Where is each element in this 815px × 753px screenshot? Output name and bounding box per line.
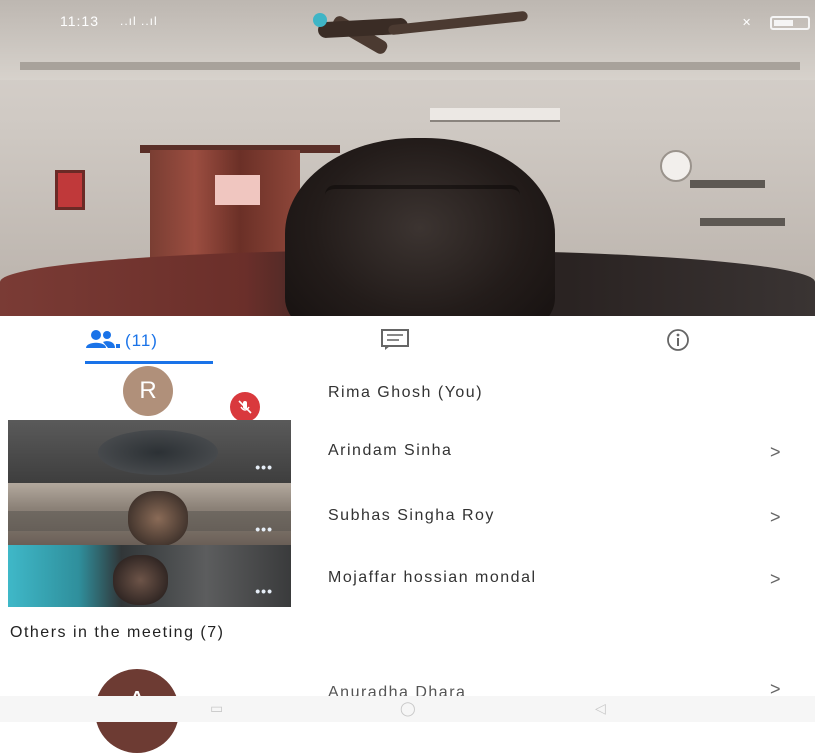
signal-icon: ..ıl ..ıl (120, 14, 158, 28)
info-icon (667, 329, 689, 351)
participant-name: Rima Ghosh (You) (328, 384, 484, 401)
mic-off-badge (230, 392, 260, 422)
mute-status-icon: ✕ (742, 17, 752, 29)
mic-off-icon (238, 400, 252, 414)
video-person-head (285, 138, 555, 316)
thumbnail-image (128, 491, 188, 545)
battery-fill (774, 20, 793, 26)
participant-tile: R (8, 364, 291, 422)
participant-name: Subhas Singha Roy (328, 507, 495, 524)
thumbnail-image (98, 430, 218, 475)
video-person-glasses (325, 185, 520, 211)
participant-list: R Rima Ghosh (You) ••• Arindam Sinha > •… (0, 364, 815, 753)
recents-button[interactable]: ▭ (210, 700, 223, 717)
participant-video-thumbnail: ••• (8, 420, 291, 483)
people-count: (11) (125, 331, 158, 350)
participant-name: Mojaffar hossian mondal (328, 569, 537, 586)
thumbnail-image (113, 555, 168, 605)
chevron-right-icon[interactable]: > (770, 507, 781, 528)
audio-activity-icon: ••• (255, 521, 273, 537)
participant-row[interactable]: ••• Mojaffar hossian mondal > (0, 545, 815, 608)
video-wall-frame (55, 170, 85, 210)
audio-activity-icon: ••• (255, 459, 273, 475)
battery-icon (770, 16, 810, 30)
video-tube-light (430, 108, 560, 122)
avatar: R (123, 366, 173, 416)
people-icon (86, 330, 120, 348)
audio-activity-icon: ••• (255, 583, 273, 599)
status-time: 11:13 (60, 13, 99, 29)
chevron-right-icon[interactable]: > (770, 569, 781, 590)
participant-video-thumbnail: ••• (8, 545, 291, 607)
meeting-tabs: (11) (0, 316, 815, 365)
system-nav-bar: ▭ ◯ ◁ (0, 696, 815, 722)
video-shelf (690, 180, 765, 188)
status-bar: 11:13 ..ıl ..ıl ✕ (0, 0, 815, 42)
tab-info[interactable] (640, 316, 720, 364)
participant-row[interactable]: R Rima Ghosh (You) (0, 364, 815, 427)
home-button[interactable]: ◯ (400, 700, 416, 717)
tab-people[interactable]: (11) (85, 316, 215, 364)
video-shelf (700, 218, 785, 226)
chevron-right-icon[interactable]: > (770, 442, 781, 463)
main-video[interactable]: 11:13 ..ıl ..ıl ✕ (0, 0, 815, 316)
tab-chat[interactable] (360, 316, 440, 364)
wifi-icon (313, 13, 327, 27)
video-wall-clock (660, 150, 692, 182)
back-button[interactable]: ◁ (595, 700, 606, 717)
participant-video-thumbnail: ••• (8, 483, 291, 545)
participant-row[interactable]: ••• Subhas Singha Roy > (0, 483, 815, 546)
video-window-light (215, 175, 260, 205)
video-ceiling-strip (20, 62, 800, 70)
participant-row[interactable]: ••• Arindam Sinha > (0, 420, 815, 483)
chat-icon (381, 329, 409, 350)
participant-name: Arindam Sinha (328, 442, 453, 459)
others-heading: Others in the meeting (7) (10, 624, 225, 641)
